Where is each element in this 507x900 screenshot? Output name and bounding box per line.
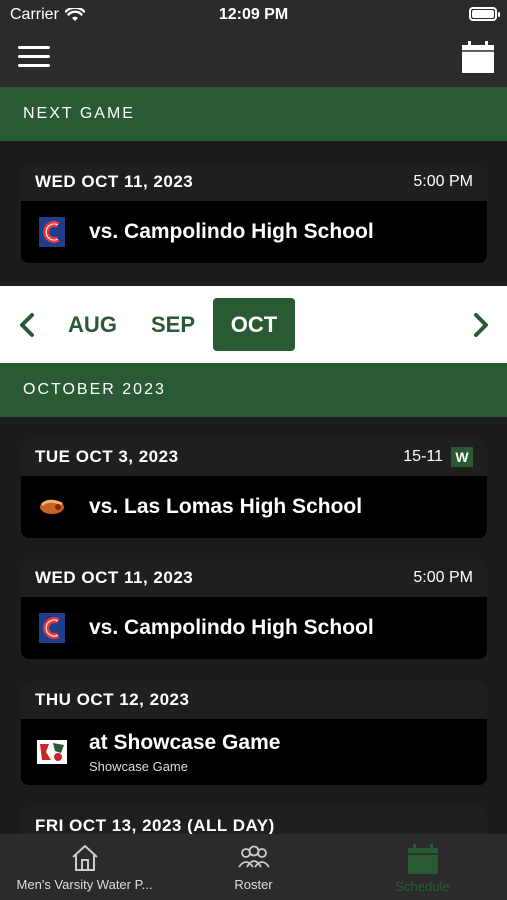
chevron-left-icon[interactable] xyxy=(16,312,38,338)
nav-bar xyxy=(0,30,507,87)
game-result: 15-11 W xyxy=(403,447,473,467)
next-game-header: NEXT GAME xyxy=(0,87,507,141)
game-score: 15-11 xyxy=(403,448,443,465)
tab-label: Schedule xyxy=(395,879,450,894)
opponent-name: vs. Campolindo High School xyxy=(89,616,374,639)
game-time: 5:00 PM xyxy=(413,173,473,190)
card-body: vs. Las Lomas High School xyxy=(21,476,487,538)
tab-label: Roster xyxy=(234,877,273,892)
next-game-card[interactable]: WED OCT 11, 2023 5:00 PM vs. Campolindo … xyxy=(21,163,487,263)
schedule-icon xyxy=(407,844,438,874)
las-lomas-logo-icon xyxy=(37,492,67,522)
game-info: at Showcase Game Showcase Game xyxy=(89,731,280,774)
game-subtitle: Showcase Game xyxy=(89,758,188,774)
month-tab-sep[interactable]: SEP xyxy=(140,298,206,351)
card-header: TUE OCT 3, 2023 15-11 W xyxy=(21,438,487,476)
card-header: THU OCT 12, 2023 xyxy=(21,681,487,719)
game-date: WED OCT 11, 2023 xyxy=(35,172,194,191)
month-selector: AUG SEP OCT xyxy=(0,286,507,363)
menu-icon[interactable] xyxy=(18,46,50,68)
card-body: vs. Campolindo High School xyxy=(21,597,487,659)
opponent-name: vs. Campolindo High School xyxy=(89,220,374,243)
roster-icon xyxy=(237,845,270,868)
game-date: FRI OCT 13, 2023 (ALL DAY) xyxy=(35,816,275,834)
campolindo-logo-icon xyxy=(37,613,67,643)
opponent-name: at Showcase Game xyxy=(89,730,281,754)
chevron-right-icon[interactable] xyxy=(470,312,492,338)
card-header: WED OCT 11, 2023 5:00 PM xyxy=(21,163,487,201)
month-tab-oct[interactable]: OCT xyxy=(213,298,295,351)
card-body: at Showcase Game Showcase Game xyxy=(21,719,487,785)
game-time: 5:00 PM xyxy=(413,569,473,586)
tab-bar: Men's Varsity Water P... Roster Schedule xyxy=(0,834,507,900)
game-card[interactable]: TUE OCT 3, 2023 15-11 W vs. Las Lomas Hi… xyxy=(21,438,487,538)
showcase-logo-icon xyxy=(37,737,67,767)
status-time: 12:09 PM xyxy=(218,6,289,23)
tab-home[interactable]: Men's Varsity Water P... xyxy=(0,834,169,900)
battery-icon xyxy=(469,7,500,21)
card-body: vs. Campolindo High School xyxy=(21,201,487,263)
opponent-name: vs. Las Lomas High School xyxy=(89,495,363,518)
home-icon xyxy=(71,845,98,871)
game-card[interactable]: FRI OCT 13, 2023 (ALL DAY) xyxy=(21,806,487,834)
month-section-header: OCTOBER 2023 xyxy=(0,363,507,417)
card-header: WED OCT 11, 2023 5:00 PM xyxy=(21,559,487,597)
status-bar: Carrier 12:09 PM xyxy=(0,0,507,30)
campolindo-logo-icon xyxy=(37,217,67,247)
game-date: TUE OCT 3, 2023 xyxy=(35,447,179,466)
game-date: WED OCT 11, 2023 xyxy=(35,568,194,587)
game-date: THU OCT 12, 2023 xyxy=(35,690,190,709)
tab-label: Men's Varsity Water P... xyxy=(16,877,153,892)
tab-roster[interactable]: Roster xyxy=(169,834,338,900)
game-card[interactable]: THU OCT 12, 2023 at Showcase Game Showca… xyxy=(21,681,487,785)
win-badge: W xyxy=(451,447,473,467)
game-card[interactable]: WED OCT 11, 2023 5:00 PM vs. Campolindo … xyxy=(21,559,487,659)
card-header: FRI OCT 13, 2023 (ALL DAY) xyxy=(21,806,487,834)
tab-schedule[interactable]: Schedule xyxy=(338,834,507,900)
calendar-icon[interactable] xyxy=(461,40,495,74)
month-tab-aug[interactable]: AUG xyxy=(55,298,130,351)
